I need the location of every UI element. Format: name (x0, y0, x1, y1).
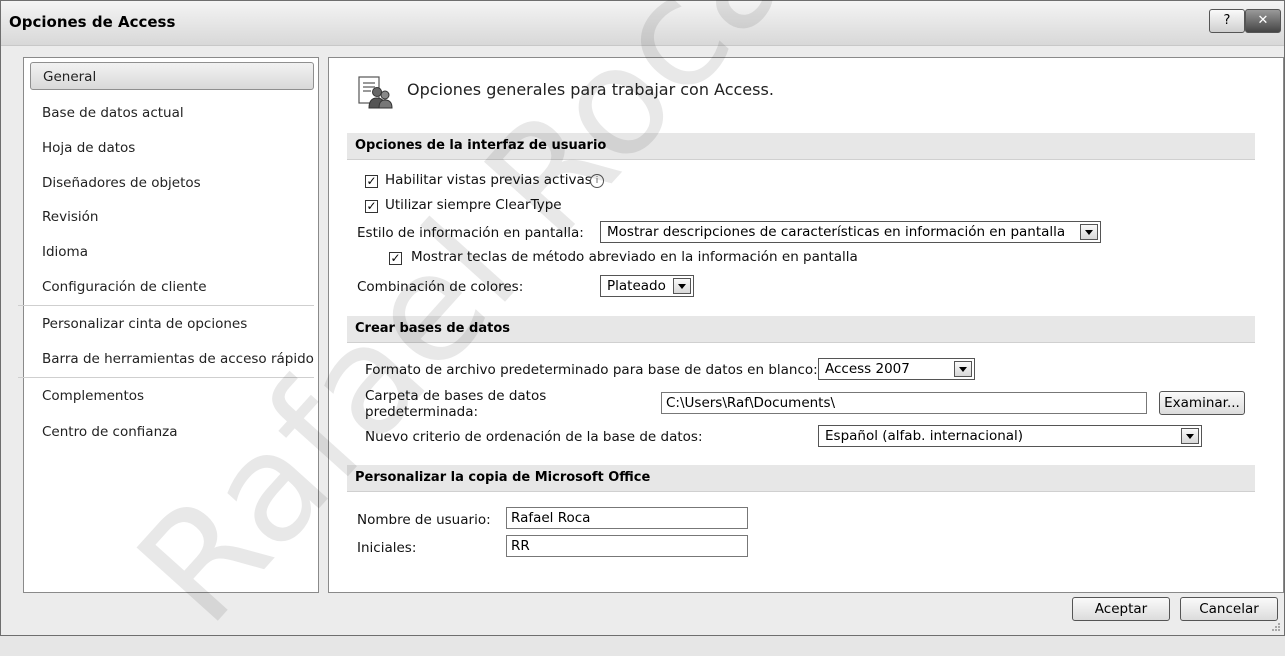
section-personalize: Personalizar la copia de Microsoft Offic… (347, 465, 1255, 492)
shortcut-keys-checkbox[interactable]: ✓ (389, 252, 402, 265)
section-title: Opciones de la interfaz de usuario (355, 138, 607, 153)
username-input[interactable]: Rafael Roca (506, 507, 748, 529)
shortcut-keys-label: Mostrar teclas de método abreviado en la… (411, 249, 858, 265)
username-label: Nombre de usuario: (357, 512, 491, 528)
section-ui-options: Opciones de la interfaz de usuario (347, 133, 1255, 160)
chevron-down-icon[interactable] (1181, 428, 1199, 444)
default-folder-label-line2: predeterminada: (365, 404, 479, 420)
help-button[interactable]: ? (1209, 9, 1245, 33)
sidebar-item-current-database[interactable]: Base de datos actual (24, 99, 318, 127)
window-title: Opciones de Access (9, 13, 176, 31)
sidebar-nav: General Base de datos actual Hoja de dat… (18, 57, 319, 593)
sidebar-divider (18, 305, 314, 306)
screentip-style-value: Mostrar descripciones de características… (607, 224, 1066, 240)
initials-value: RR (511, 538, 530, 554)
color-scheme-select[interactable]: Plateado (600, 275, 694, 297)
sidebar-item-general[interactable]: General (30, 62, 314, 90)
sidebar-item-client-settings[interactable]: Configuración de cliente (24, 273, 318, 301)
sidebar-item-add-ins[interactable]: Complementos (24, 382, 318, 410)
title-bar: Opciones de Access ? ✕ (1, 1, 1284, 46)
sidebar-item-datasheet[interactable]: Hoja de datos (24, 134, 318, 162)
cancel-button[interactable]: Cancelar (1180, 597, 1278, 621)
file-format-select[interactable]: Access 2007 (818, 358, 975, 380)
live-preview-label: Habilitar vistas previas activas (385, 172, 592, 188)
options-dialog: Opciones de Access ? ✕ General Base de d… (0, 0, 1285, 636)
color-scheme-value: Plateado (607, 278, 666, 294)
sort-order-label: Nuevo criterio de ordenación de la base … (365, 429, 703, 445)
chevron-down-icon[interactable] (1080, 224, 1098, 240)
default-folder-value: C:\Users\Raf\Documents\ (666, 395, 836, 411)
section-title: Personalizar la copia de Microsoft Offic… (355, 470, 651, 485)
initials-label: Iniciales: (357, 540, 417, 556)
section-title: Crear bases de datos (355, 321, 510, 336)
default-folder-label-line1: Carpeta de bases de datos (365, 388, 547, 404)
resize-grip-icon[interactable] (1271, 622, 1281, 632)
file-format-value: Access 2007 (825, 361, 910, 377)
browse-button[interactable]: Examinar... (1159, 391, 1245, 415)
sidebar-item-language[interactable]: Idioma (24, 238, 318, 266)
file-format-label: Formato de archivo predeterminado para b… (365, 362, 818, 378)
options-content-panel: Opciones generales para trabajar con Acc… (328, 57, 1284, 593)
info-icon[interactable]: i (590, 174, 604, 188)
live-preview-checkbox[interactable]: ✓ (365, 175, 378, 188)
username-value: Rafael Roca (511, 510, 591, 526)
sidebar-item-quick-access-toolbar[interactable]: Barra de herramientas de acceso rápido (24, 345, 318, 373)
chevron-down-icon[interactable] (954, 361, 972, 377)
sidebar-divider (18, 377, 314, 378)
sort-order-select[interactable]: Español (alfab. internacional) (818, 425, 1202, 447)
close-button[interactable]: ✕ (1245, 9, 1281, 33)
page-title: Opciones generales para trabajar con Acc… (407, 80, 774, 99)
sidebar-item-trust-center[interactable]: Centro de confianza (24, 418, 318, 446)
options-people-icon (358, 76, 393, 109)
cleartype-checkbox[interactable]: ✓ (365, 200, 378, 213)
ok-button[interactable]: Aceptar (1072, 597, 1170, 621)
initials-input[interactable]: RR (506, 535, 748, 557)
default-folder-input[interactable]: C:\Users\Raf\Documents\ (661, 392, 1147, 414)
screentip-style-select[interactable]: Mostrar descripciones de características… (600, 221, 1101, 243)
sidebar-item-proofing[interactable]: Revisión (24, 203, 318, 231)
sort-order-value: Español (alfab. internacional) (825, 428, 1024, 444)
sidebar-item-object-designers[interactable]: Diseñadores de objetos (24, 169, 318, 197)
color-scheme-label: Combinación de colores: (357, 279, 524, 295)
cleartype-label: Utilizar siempre ClearType (385, 197, 562, 213)
chevron-down-icon[interactable] (673, 278, 691, 294)
section-create-databases: Crear bases de datos (347, 316, 1255, 343)
sidebar-item-customize-ribbon[interactable]: Personalizar cinta de opciones (24, 310, 318, 338)
screentip-style-label: Estilo de información en pantalla: (357, 225, 584, 241)
